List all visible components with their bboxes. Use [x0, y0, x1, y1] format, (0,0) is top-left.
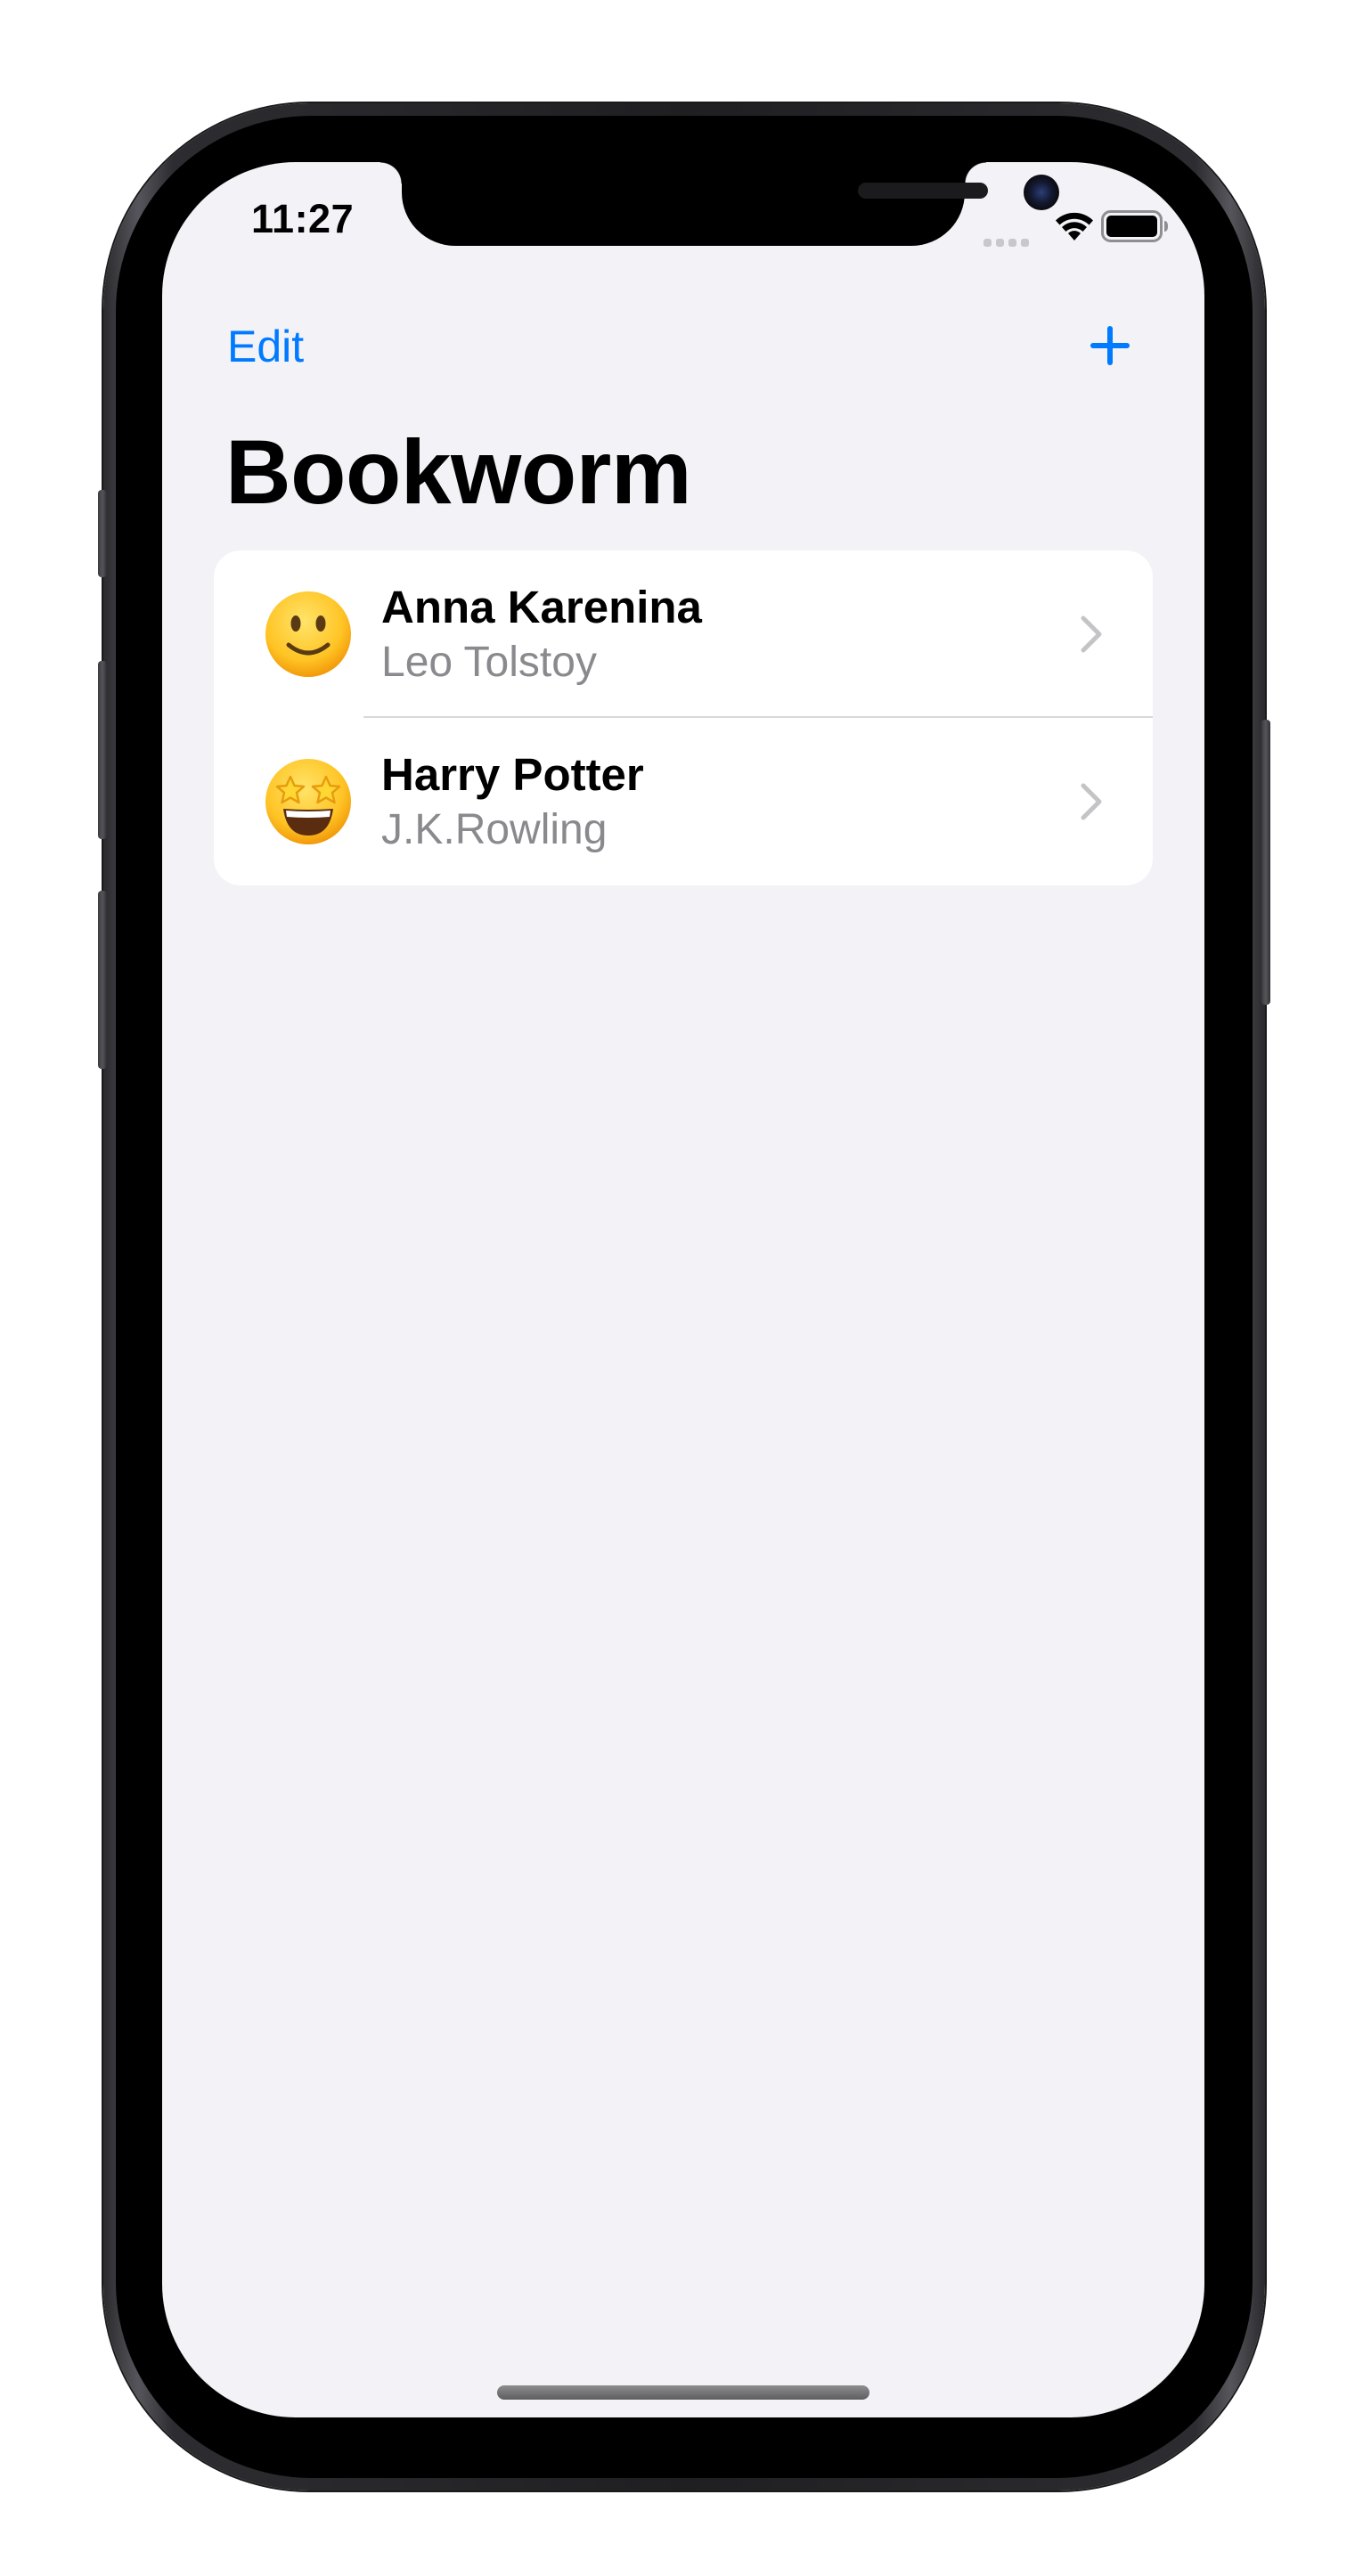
page-title: Bookworm — [225, 421, 692, 523]
battery-icon — [1101, 210, 1168, 242]
book-row-anna-karenina[interactable]: Anna Karenina Leo Tolstoy — [214, 550, 1153, 718]
book-title: Harry Potter — [381, 749, 644, 800]
chevron-right-icon — [1081, 783, 1102, 820]
book-row-harry-potter[interactable]: Harry Potter J.K.Rowling — [214, 718, 1153, 885]
home-indicator[interactable] — [497, 2385, 869, 2400]
power-button — [1261, 720, 1270, 1005]
volume-up-button — [98, 661, 107, 839]
status-time: 11:27 — [251, 196, 355, 241]
silent-switch — [98, 490, 107, 577]
screen: 11:27 Edit Bookworm Anna Karenina Leo To… — [162, 162, 1204, 2417]
edit-button[interactable]: Edit — [227, 321, 304, 372]
front-camera — [1024, 175, 1059, 210]
book-author: Leo Tolstoy — [381, 639, 597, 686]
book-author: J.K.Rowling — [381, 806, 608, 853]
volume-down-button — [98, 891, 107, 1069]
wifi-icon — [1056, 212, 1093, 240]
cellular-signal-icon — [983, 239, 1029, 247]
chevron-right-icon — [1081, 615, 1102, 653]
add-book-button[interactable] — [1085, 321, 1135, 371]
book-title: Anna Karenina — [381, 582, 702, 632]
earpiece-speaker — [858, 183, 988, 199]
slightly-smiling-face-icon — [265, 591, 351, 677]
plus-icon — [1090, 326, 1130, 365]
notch — [380, 162, 1059, 246]
star-struck-face-icon — [265, 759, 351, 844]
book-list: Anna Karenina Leo Tolstoy Harry Potter J… — [214, 550, 1153, 885]
